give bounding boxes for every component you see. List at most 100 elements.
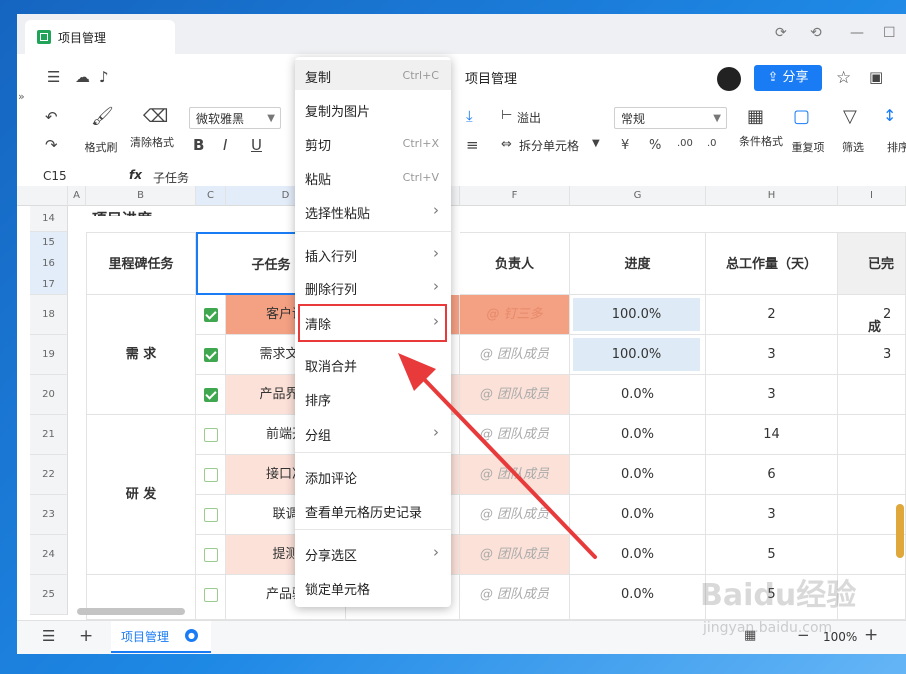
row-header[interactable]: 18: [30, 295, 68, 335]
minimize-icon[interactable]: —: [850, 25, 864, 41]
menu-item-cut[interactable]: 剪切 Ctrl+X: [295, 128, 451, 158]
row-header[interactable]: 22: [30, 455, 68, 495]
menu-item-copy-image[interactable]: 复制为图片: [295, 94, 451, 124]
undo-icon[interactable]: ↶: [45, 108, 58, 126]
sheet-tab[interactable]: 项目管理 ●: [111, 621, 211, 653]
number-format-select[interactable]: 常规 ▼: [614, 107, 727, 129]
work-cell[interactable]: 3: [706, 495, 838, 535]
column-header[interactable]: B: [86, 186, 196, 206]
zoom-in-icon[interactable]: +: [864, 625, 878, 645]
conditional-format-label[interactable]: 条件格式: [739, 136, 783, 148]
percent-icon[interactable]: %: [649, 138, 661, 153]
header-total-work[interactable]: 总工作量（天）: [706, 232, 838, 295]
checkbox-cell[interactable]: [196, 375, 226, 415]
header-owner[interactable]: 负责人: [460, 232, 570, 295]
checkbox-unchecked[interactable]: [204, 588, 218, 602]
vertical-scrollbar[interactable]: [896, 504, 904, 558]
done-cell[interactable]: [838, 375, 906, 415]
checkbox-cell[interactable]: [196, 455, 226, 495]
format-painter-label[interactable]: 格式刷: [79, 142, 123, 154]
checkbox-unchecked[interactable]: [204, 428, 218, 442]
align-justify-icon[interactable]: ≡: [466, 136, 479, 154]
menu-item-paste-special[interactable]: 选择性粘贴 ›: [295, 196, 451, 226]
present-icon[interactable]: ▣: [869, 68, 883, 86]
avatar[interactable]: [717, 67, 741, 91]
format-painter-icon[interactable]: 🖌: [91, 106, 114, 127]
font-select[interactable]: 微软雅黑 ▼: [189, 107, 281, 129]
menu-item-insert-row-col[interactable]: 插入行列 ›: [295, 239, 451, 269]
row-header[interactable]: 19: [30, 335, 68, 375]
filter-label[interactable]: 筛选: [833, 142, 873, 154]
column-header[interactable]: I: [838, 186, 906, 206]
checkbox-checked[interactable]: [204, 348, 218, 362]
checkbox-cell[interactable]: [196, 335, 226, 375]
column-header[interactable]: F: [460, 186, 570, 206]
redo-icon[interactable]: ↷: [45, 136, 58, 154]
done-cell[interactable]: [838, 455, 906, 495]
checkbox-cell[interactable]: [196, 535, 226, 575]
history-icon[interactable]: ⟲: [810, 25, 822, 41]
checkbox-cell[interactable]: [196, 575, 226, 620]
checkbox-unchecked[interactable]: [204, 508, 218, 522]
checkbox-checked[interactable]: [204, 308, 218, 322]
column-header[interactable]: H: [706, 186, 838, 206]
menu-item-lock-cell[interactable]: 锁定单元格: [295, 572, 451, 602]
cloud-check-icon[interactable]: ☁: [75, 68, 90, 86]
eraser-icon[interactable]: ⌫: [143, 106, 168, 127]
menu-item-paste[interactable]: 粘贴 Ctrl+V: [295, 162, 451, 192]
work-cell[interactable]: 3: [706, 375, 838, 415]
header-milestone[interactable]: 里程碑任务: [86, 232, 196, 295]
checkbox-checked[interactable]: [204, 388, 218, 402]
checkbox-cell[interactable]: [196, 415, 226, 455]
menu-icon[interactable]: ☰: [47, 68, 60, 86]
underline-icon[interactable]: U: [251, 136, 262, 154]
duplicates-label[interactable]: 重复项: [786, 142, 830, 154]
work-cell[interactable]: 2: [706, 295, 838, 335]
done-cell[interactable]: 3: [838, 335, 906, 375]
doc-tab[interactable]: 项目管理: [25, 20, 175, 54]
checkbox-cell[interactable]: [196, 295, 226, 335]
row-header[interactable]: 21: [30, 415, 68, 455]
row-header[interactable]: 14: [30, 206, 68, 232]
conditional-format-icon[interactable]: ▦: [747, 106, 764, 127]
checkbox-unchecked[interactable]: [204, 468, 218, 482]
header-done[interactable]: 已完成: [838, 232, 906, 335]
done-cell[interactable]: 2: [838, 295, 906, 335]
split-cell-label[interactable]: 拆分单元格: [519, 140, 579, 152]
done-cell[interactable]: [838, 415, 906, 455]
star-icon[interactable]: ☆: [836, 68, 851, 88]
work-cell[interactable]: 3: [706, 335, 838, 375]
row-header[interactable]: 25: [30, 575, 68, 615]
chevron-down-icon[interactable]: ▼: [592, 138, 600, 149]
owner-cell[interactable]: @ 钉三多: [460, 295, 570, 335]
bell-icon[interactable]: ♪: [99, 68, 109, 86]
progress-cell[interactable]: 100.0%: [570, 295, 706, 335]
milestone-cell[interactable]: 研 发: [86, 415, 196, 575]
italic-icon[interactable]: I: [223, 136, 227, 154]
menu-item-copy[interactable]: 复制 Ctrl+C: [295, 60, 451, 90]
decrease-decimal-icon[interactable]: .00: [677, 138, 693, 149]
row-header[interactable]: 20: [30, 375, 68, 415]
menu-item-delete-row-col[interactable]: 删除行列 ›: [295, 272, 451, 302]
currency-icon[interactable]: ¥: [621, 138, 629, 153]
column-header[interactable]: G: [570, 186, 706, 206]
increase-decimal-icon[interactable]: .0: [707, 138, 717, 149]
duplicates-icon[interactable]: ▢: [793, 106, 810, 127]
row-header[interactable]: 24: [30, 535, 68, 575]
share-button[interactable]: ⇪ 分享: [754, 65, 822, 91]
row-header[interactable]: 17: [30, 274, 68, 295]
formula-input[interactable]: 子任务: [153, 169, 189, 186]
sheet-list-icon[interactable]: ☰: [42, 627, 55, 645]
expand-sidebar-icon[interactable]: »: [18, 90, 25, 103]
column-header[interactable]: C: [196, 186, 226, 206]
work-cell[interactable]: 5: [706, 535, 838, 575]
overflow-label[interactable]: 溢出: [517, 112, 541, 124]
add-sheet-icon[interactable]: +: [79, 626, 93, 646]
sort-icon[interactable]: ↕: [883, 106, 896, 125]
select-all-corner[interactable]: [17, 186, 68, 206]
cell-reference[interactable]: C15: [43, 169, 67, 183]
filter-icon[interactable]: ▽: [843, 106, 857, 127]
header-progress[interactable]: 进度: [570, 232, 706, 295]
refresh-icon[interactable]: ⟳: [775, 25, 787, 41]
comment-icon[interactable]: ●: [185, 629, 198, 642]
